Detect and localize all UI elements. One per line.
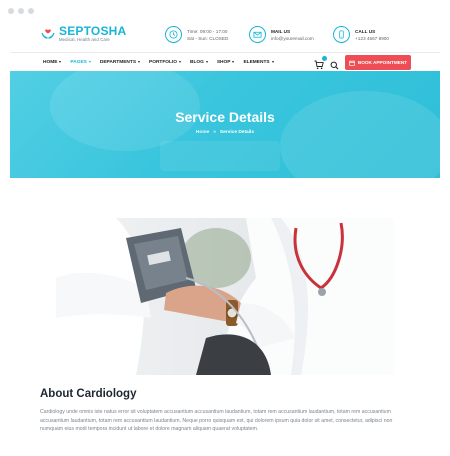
main-navbar: HOME PAGES DEPARTMENTS PORTFOLIO BLOG SH… [10, 52, 440, 70]
nav-item-elements[interactable]: ELEMENTS [243, 59, 274, 65]
search-button[interactable] [330, 57, 340, 70]
cart-count-badge [322, 56, 327, 61]
brand-name: SEPTOSHA [59, 24, 127, 38]
window-controls [8, 8, 34, 14]
phone-icon [333, 26, 350, 43]
chevron-down-icon [232, 61, 235, 63]
mail-title: MAIL US [271, 28, 291, 34]
window-dot[interactable] [18, 8, 24, 14]
chevron-down-icon [59, 61, 62, 63]
doctor-blood-pressure-photo [56, 218, 394, 375]
logo-hands-icon [40, 26, 56, 42]
chevron-down-icon [205, 61, 208, 63]
logo[interactable]: SEPTOSHA Medical, Health and Care [40, 25, 126, 43]
breadcrumb-current: Service Details [219, 130, 255, 135]
mail-icon [249, 26, 266, 43]
page-header-banner: Service Details Home » Service Details [10, 71, 440, 178]
chevron-down-icon [271, 61, 274, 63]
nav-item-shop[interactable]: SHOP [217, 60, 235, 65]
nav-label: PAGES [70, 59, 87, 65]
nav-item-home[interactable]: HOME [43, 59, 62, 65]
cart-button[interactable] [314, 56, 327, 70]
banner-background-shape [160, 141, 280, 171]
window-dot[interactable] [28, 8, 34, 14]
hours-line-1: Time: 09:00 - 17:00 [187, 28, 228, 34]
chevron-down-icon [179, 61, 181, 63]
section-description: Cardiology unde omnis iste natus error s… [40, 409, 393, 432]
call-title: CALL US [355, 28, 376, 34]
nav-item-departments[interactable]: DEPARTMENTS [99, 59, 141, 65]
nav-label: BLOG [190, 59, 204, 65]
window-dot[interactable] [8, 8, 14, 14]
call-info: CALL US +123 4567 8900 [333, 26, 389, 43]
section-title: About Cardiology [40, 388, 137, 400]
nav-label: DEPARTMENTS [99, 59, 137, 65]
book-appointment-button[interactable]: BOOK APPOINTMENT [345, 55, 411, 70]
clock-icon [165, 26, 182, 43]
nav-item-pages[interactable]: PAGES [70, 59, 91, 65]
cta-label: BOOK APPOINTMENT [357, 60, 408, 65]
nav-label: HOME [43, 59, 58, 65]
nav-label: ELEMENTS [243, 59, 270, 65]
website: SEPTOSHA Medical, Health and Care Time: … [10, 18, 440, 456]
mail-address[interactable]: info@youremail.com [271, 35, 314, 42]
chevron-down-icon [138, 61, 141, 63]
mail-info: MAIL US info@youremail.com [249, 26, 314, 43]
main-menu: HOME PAGES DEPARTMENTS PORTFOLIO BLOG SH… [43, 53, 274, 71]
nav-item-portfolio[interactable]: PORTFOLIO [149, 60, 181, 65]
search-icon [330, 61, 339, 70]
page-title: Service Details [175, 109, 275, 125]
top-info-bar: SEPTOSHA Medical, Health and Care Time: … [10, 18, 440, 52]
nav-label: SHOP [216, 59, 231, 65]
breadcrumb: Home » Service Details [10, 130, 440, 135]
breadcrumb-home[interactable]: Home [196, 130, 209, 135]
chevron-down-icon [88, 61, 91, 63]
hours-info: Time: 09:00 - 17:00 Sat - Sun: CLOSED [165, 26, 228, 43]
cart-icon [314, 60, 324, 70]
nav-item-blog[interactable]: BLOG [190, 60, 208, 65]
hours-line-2: Sat - Sun: CLOSED [187, 35, 229, 41]
nav-label: PORTFOLIO [149, 59, 177, 65]
breadcrumb-separator: » [213, 130, 216, 135]
calendar-icon [349, 59, 355, 66]
phone-number[interactable]: +123 4567 8900 [355, 35, 389, 42]
